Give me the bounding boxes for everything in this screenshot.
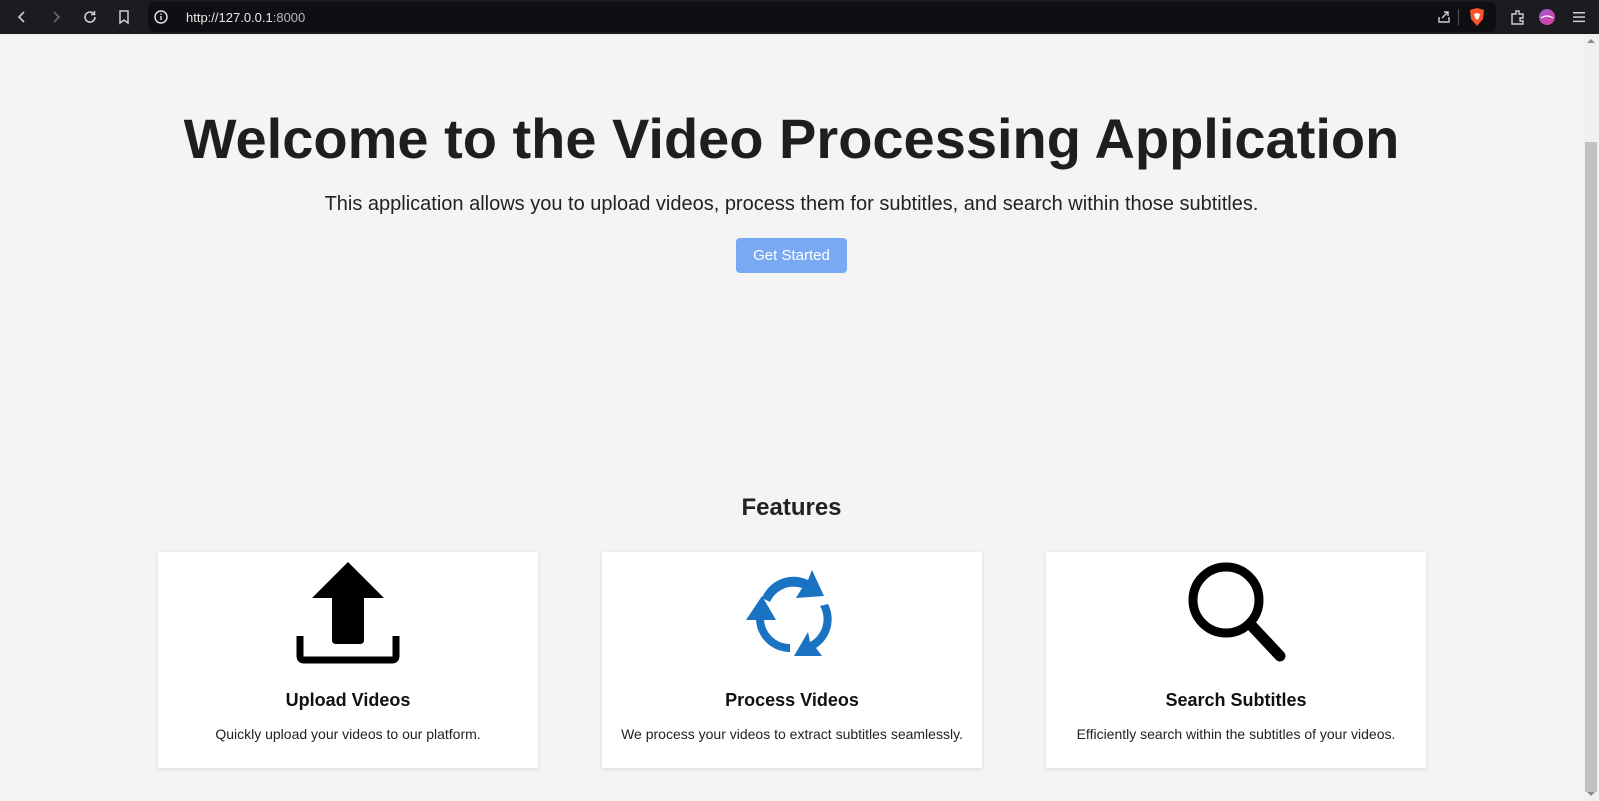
bookmark-button[interactable] — [112, 5, 136, 29]
page-scrollbar[interactable] — [1583, 34, 1599, 801]
url-port: :8000 — [272, 10, 306, 25]
scroll-down-icon[interactable] — [1583, 789, 1599, 799]
share-icon[interactable] — [1436, 9, 1452, 25]
feature-card-process: Process Videos We process your videos to… — [602, 552, 982, 768]
divider — [1458, 9, 1459, 25]
features-heading: Features — [741, 494, 842, 521]
refresh-cycle-icon — [746, 570, 832, 656]
feature-card-upload: Upload Videos Quickly upload your videos… — [158, 552, 538, 768]
feature-description: Efficiently search within the subtitles … — [1076, 726, 1396, 742]
hero-title: Welcome to the Video Processing Applicat… — [183, 107, 1400, 170]
feature-description: Quickly upload your videos to our platfo… — [215, 726, 481, 742]
magnifier-icon — [1188, 562, 1286, 662]
reload-button[interactable] — [78, 5, 102, 29]
feature-title: Search Subtitles — [1165, 690, 1307, 710]
bookmark-icon — [119, 10, 129, 25]
feature-title: Process Videos — [725, 690, 859, 710]
reload-icon — [84, 11, 96, 23]
scroll-up-icon[interactable] — [1583, 36, 1599, 46]
address-bar[interactable]: http://127.0.0.1:8000 — [148, 2, 1496, 32]
url-text[interactable]: http://127.0.0.1:8000 — [186, 10, 305, 25]
url-host: http://127.0.0.1 — [186, 10, 273, 25]
forward-button[interactable] — [44, 5, 68, 29]
hero-subtitle: This application allows you to upload vi… — [324, 193, 1259, 215]
scroll-thumb[interactable] — [1585, 142, 1597, 792]
upload-icon — [296, 562, 400, 664]
profile-avatar-icon[interactable] — [1538, 8, 1556, 26]
extensions-icon[interactable] — [1509, 8, 1527, 26]
chevron-right-icon — [53, 11, 61, 23]
info-icon[interactable] — [154, 10, 168, 24]
brave-shield-icon[interactable] — [1468, 7, 1486, 27]
menu-icon[interactable] — [1571, 9, 1587, 25]
browser-toolbar: http://127.0.0.1:8000 — [0, 0, 1599, 34]
feature-description: We process your videos to extract subtit… — [621, 726, 963, 742]
chevron-left-icon — [17, 11, 25, 23]
back-button[interactable] — [10, 5, 34, 29]
get-started-button[interactable]: Get Started — [736, 238, 847, 273]
feature-card-search: Search Subtitles Efficiently search with… — [1046, 552, 1426, 768]
feature-title: Upload Videos — [285, 690, 411, 710]
page-viewport: Welcome to the Video Processing Applicat… — [0, 34, 1583, 801]
